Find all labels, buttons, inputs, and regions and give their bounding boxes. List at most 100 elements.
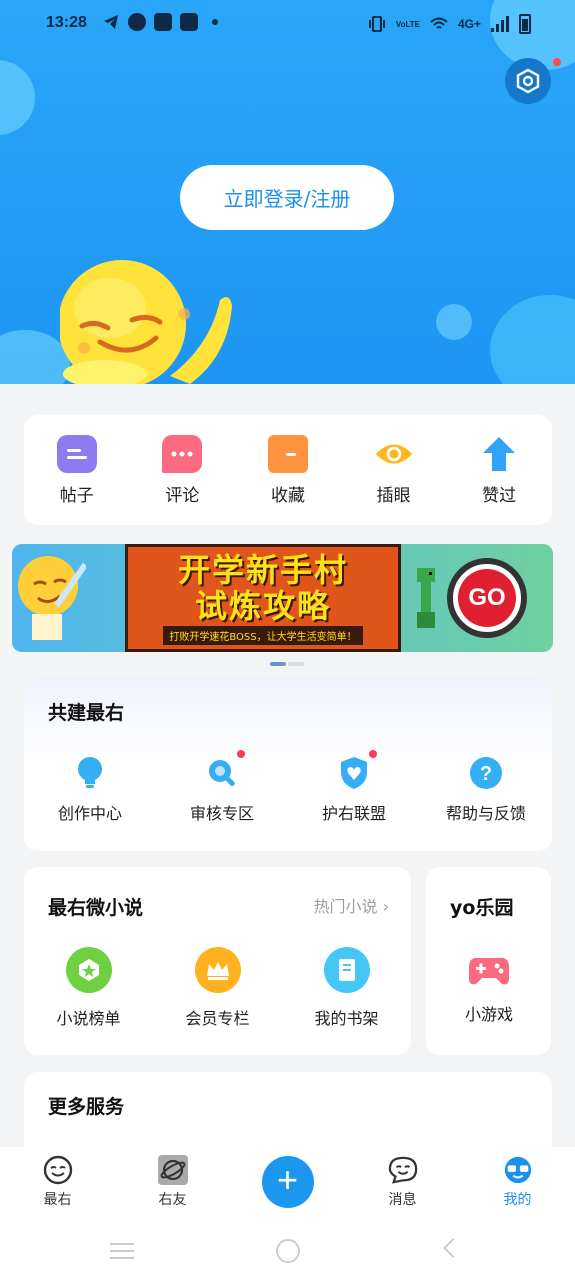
shield-heart-icon: [337, 750, 377, 790]
status-bar: 13:28 VoLTE 4G+: [0, 0, 575, 48]
chevron-right-icon: ›: [382, 897, 389, 916]
profile-face-icon: [503, 1155, 533, 1185]
shop-bag-icon: [154, 13, 172, 31]
novel-my-bookshelf[interactable]: 我的书架: [292, 947, 402, 1029]
banner-title-line1: 开学新手村: [177, 550, 348, 589]
vibrate-icon: [368, 16, 385, 32]
decor-blob: [0, 60, 35, 135]
notification-dot-icon: [212, 19, 218, 25]
tab-label: 右友: [158, 1192, 187, 1208]
quick-item-label: 评论: [165, 485, 200, 506]
tab-messages[interactable]: 消息: [345, 1147, 460, 1219]
home-circle-icon[interactable]: [276, 1239, 300, 1263]
settings-button[interactable]: [505, 58, 551, 104]
service-label: 护右联盟: [321, 804, 386, 823]
folder-icon: [267, 434, 308, 473]
section-title: 更多服务: [48, 1096, 125, 1118]
tab-profile[interactable]: 我的: [460, 1147, 575, 1219]
section-title: 共建最右: [48, 702, 125, 724]
gamepad-icon: [467, 951, 511, 991]
settings-badge: [553, 58, 561, 66]
login-register-button[interactable]: 立即登录/注册: [180, 165, 394, 230]
hot-novels-link[interactable]: 热门小说 ›: [313, 893, 389, 917]
service-help-feedback[interactable]: ? 帮助与反馈: [431, 756, 541, 824]
page-dot-active: [270, 662, 286, 666]
banner-title-line2: 试炼攻略: [194, 586, 331, 625]
crown-icon: [194, 947, 241, 993]
service-label: 创作中心: [57, 804, 122, 823]
planet-icon: [157, 1155, 188, 1185]
shop-bag-icon: [180, 13, 198, 31]
service-creator-center[interactable]: 创作中心: [35, 756, 145, 824]
wifi-icon: [430, 17, 448, 29]
quick-item-bookmark-eye[interactable]: 插眼: [354, 435, 434, 506]
battery-icon: [519, 14, 531, 34]
service-review-zone[interactable]: 审核专区: [167, 750, 277, 824]
service-label: 审核专区: [189, 804, 254, 823]
banner-go-label: GO: [458, 569, 516, 627]
book-icon: [323, 947, 370, 993]
section-title: yo乐园: [450, 897, 514, 919]
pixel-dinosaur-icon: [417, 568, 435, 628]
profile-header: 13:28 VoLTE 4G+ 立即登录/注册: [0, 0, 575, 384]
page-dot: [288, 662, 304, 666]
novel-ranking[interactable]: 小说榜单: [34, 947, 144, 1029]
novel-vip-column[interactable]: 会员专栏: [163, 947, 273, 1029]
system-navigation-bar: [0, 1219, 575, 1280]
telegram-icon: [104, 15, 118, 29]
mini-games-item[interactable]: 小游戏: [434, 951, 544, 1025]
section-title: 最右微小说: [48, 897, 144, 919]
novel-section-card: 最右微小说 热门小说 › 小说榜单 会员专栏 我的书架: [24, 867, 411, 1055]
settings-hex-icon: [516, 68, 540, 94]
quick-item-label: 赞过: [482, 485, 517, 506]
tab-label: 最右: [43, 1192, 72, 1208]
quick-item-favorites[interactable]: 收藏: [248, 434, 328, 506]
tab-label: 消息: [388, 1192, 417, 1208]
service-label: 帮助与反馈: [445, 804, 526, 823]
post-icon: [56, 434, 97, 473]
network-label: 4G+: [457, 17, 481, 31]
banner-page-indicator: [270, 662, 304, 666]
promo-banner[interactable]: 开学新手村 试炼攻略 打败开学速花BOSS，让大学生活变简单！ GO: [12, 544, 553, 652]
lightbulb-icon: [73, 756, 107, 790]
decor-blob: [490, 295, 575, 384]
more-link-label: 热门小说: [313, 897, 378, 916]
quick-item-liked[interactable]: 赞过: [459, 435, 539, 506]
comment-icon: [162, 434, 203, 473]
quick-actions-card: 帖子 评论 收藏 插眼 赞过: [24, 415, 552, 525]
quick-item-posts[interactable]: 帖子: [37, 434, 117, 506]
pixel-mascot-icon: [18, 556, 86, 640]
mascot-illustration: [60, 260, 232, 384]
novel-item-label: 我的书架: [314, 1009, 379, 1028]
help-icon: ?: [469, 756, 503, 790]
yo-park-card: yo乐园 小游戏: [426, 867, 551, 1055]
mini-games-label: 小游戏: [464, 1005, 513, 1024]
ranking-icon: [65, 947, 112, 993]
novel-item-label: 小说榜单: [56, 1009, 121, 1028]
quick-item-label: 帖子: [59, 485, 94, 506]
back-arrow-icon[interactable]: [443, 1238, 463, 1258]
service-guard-alliance[interactable]: 护右联盟: [299, 750, 409, 824]
magnifier-icon: [205, 750, 245, 790]
status-time: 13:28: [46, 14, 87, 31]
tab-home[interactable]: 最右: [0, 1147, 115, 1219]
quick-item-comments[interactable]: 评论: [142, 434, 222, 506]
quick-item-label: 收藏: [270, 485, 305, 506]
plus-icon: +: [261, 1156, 314, 1208]
tab-friends[interactable]: 右友: [115, 1147, 230, 1219]
build-section-card: 共建最右 创作中心 审核专区 护右联盟 ? 帮助与反馈: [24, 678, 552, 851]
banner-title-panel: 开学新手村 试炼攻略 打败开学速花BOSS，让大学生活变简单！: [125, 544, 401, 652]
eye-icon: [374, 435, 414, 473]
tab-create-post[interactable]: +: [230, 1147, 345, 1219]
banner-go-button[interactable]: GO: [447, 558, 527, 638]
quick-item-label: 插眼: [376, 485, 411, 506]
recent-apps-icon[interactable]: [110, 1243, 134, 1259]
novel-item-label: 会员专栏: [185, 1009, 250, 1028]
signal-icon: [491, 16, 509, 32]
notification-badge: [237, 750, 245, 758]
notification-badge: [369, 750, 377, 758]
bottom-tab-bar: 最右 右友 + 消息 我的: [0, 1147, 575, 1219]
banner-subtitle: 打败开学速花BOSS，让大学生活变简单！: [163, 625, 363, 645]
message-face-icon: [388, 1155, 418, 1185]
tab-label: 我的: [503, 1192, 532, 1208]
